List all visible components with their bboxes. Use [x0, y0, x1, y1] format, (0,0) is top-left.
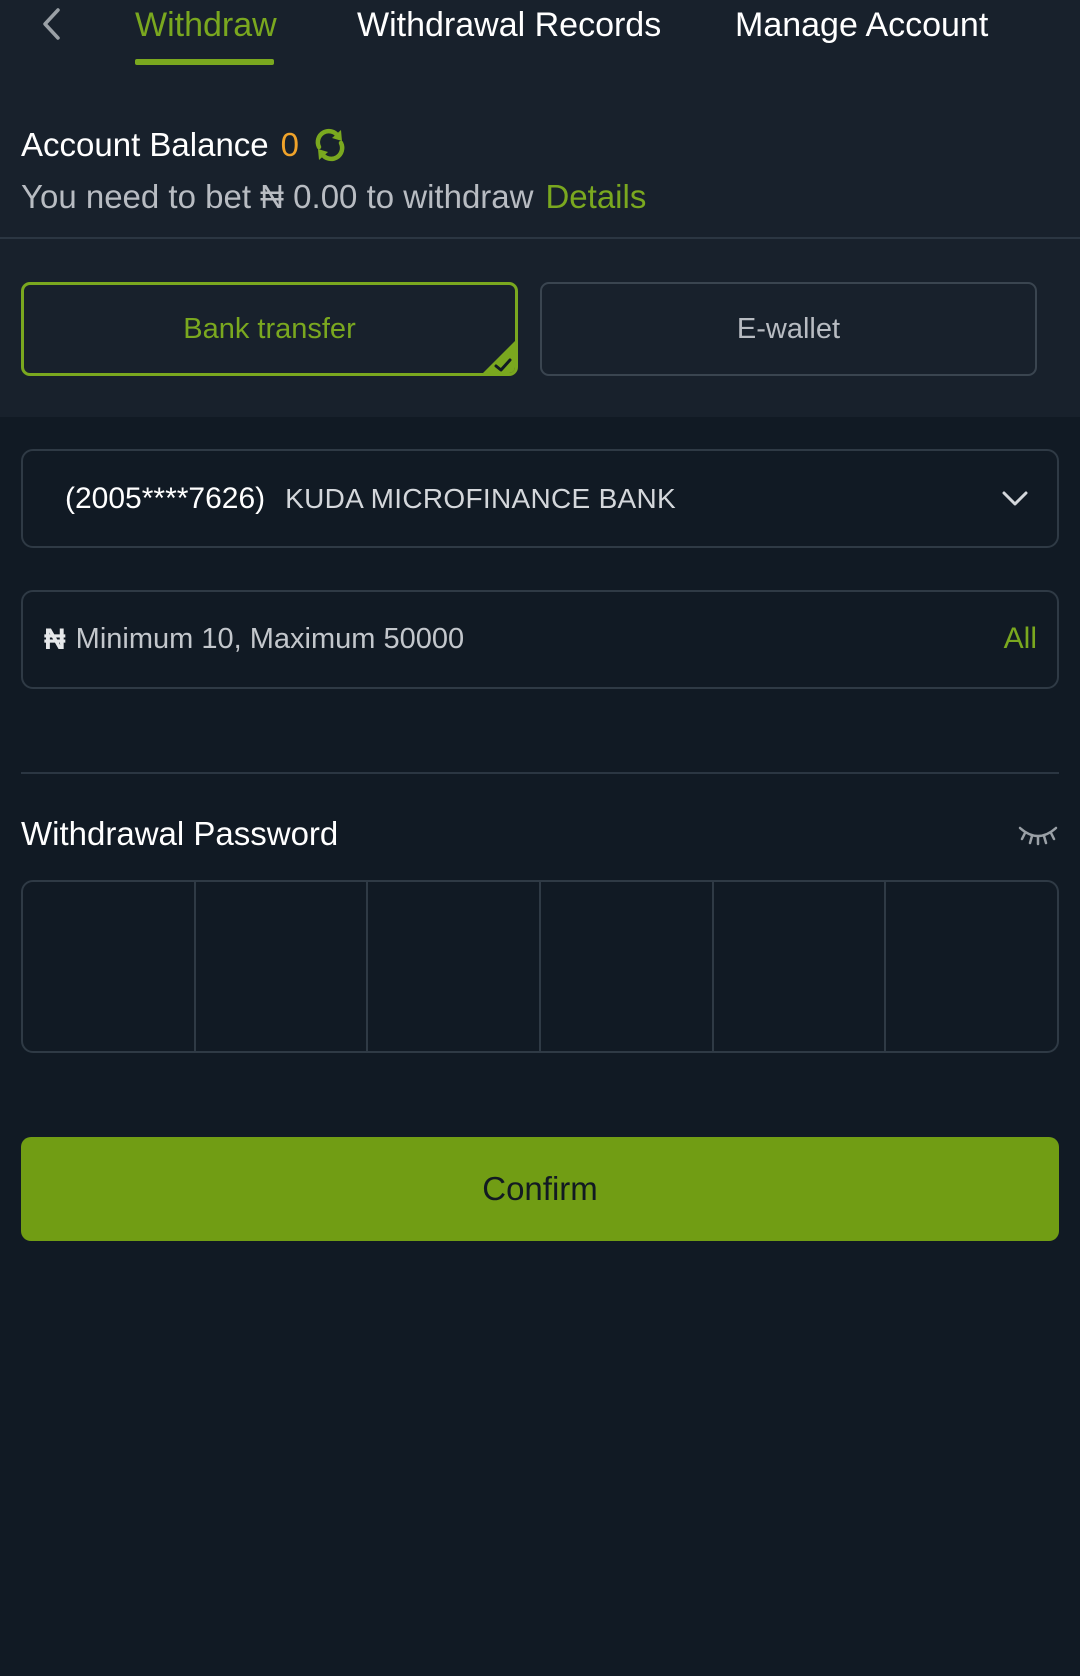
bank-name: KUDA MICROFINANCE BANK — [285, 482, 677, 514]
pin-digit-3[interactable] — [368, 882, 542, 1051]
withdraw-method-section: Bank transfer E-wallet — [0, 239, 1080, 417]
withdrawal-password-label: Withdrawal Password — [21, 815, 339, 852]
amount-field[interactable]: ₦ All — [21, 590, 1059, 689]
refresh-icon[interactable] — [311, 126, 349, 164]
chevron-left-icon — [43, 8, 60, 40]
pin-digit-5[interactable] — [714, 882, 887, 1051]
bank-transfer-label: Bank transfer — [183, 312, 356, 345]
active-tab-indicator — [135, 59, 274, 65]
details-link[interactable]: Details — [545, 178, 646, 216]
balance-section: Account Balance 0 You need to bet ₦ 0.00… — [0, 95, 1080, 238]
bank-account-select[interactable]: (2005****7626) KUDA MICROFINANCE BANK — [21, 449, 1059, 548]
all-amount-button[interactable]: All — [1004, 622, 1037, 656]
bet-requirement-text: You need to bet ₦ 0.00 to withdraw — [21, 178, 534, 215]
pin-digit-1[interactable] — [23, 882, 196, 1051]
ewallet-label: E-wallet — [736, 312, 841, 345]
chevron-down-icon — [997, 481, 1033, 517]
password-pin-input[interactable] — [21, 880, 1059, 1053]
currency-symbol: ₦ — [44, 622, 66, 656]
divider — [21, 772, 1059, 774]
balance-value: 0 — [280, 126, 300, 163]
eye-closed-icon[interactable] — [1017, 818, 1059, 850]
balance-label: Account Balance — [21, 126, 269, 163]
confirm-label: Confirm — [482, 1170, 598, 1207]
ewallet-option[interactable]: E-wallet — [540, 282, 1037, 376]
top-tab-bar: Withdraw Withdrawal Records Manage Accou… — [0, 0, 1080, 95]
pin-digit-4[interactable] — [541, 882, 714, 1051]
tab-withdrawal-records[interactable]: Withdrawal Records — [357, 4, 661, 46]
withdraw-page: Withdraw Withdrawal Records Manage Accou… — [0, 0, 1080, 1676]
tab-withdraw[interactable]: Withdraw — [135, 4, 277, 46]
pin-digit-2[interactable] — [196, 882, 369, 1051]
bank-account-number: (2005****7626) — [65, 481, 266, 515]
bank-transfer-option[interactable]: Bank transfer — [21, 282, 518, 376]
back-button[interactable] — [36, 2, 72, 46]
confirm-button[interactable]: Confirm — [21, 1137, 1059, 1241]
pin-digit-6[interactable] — [886, 882, 1057, 1051]
check-icon — [481, 339, 515, 373]
amount-input[interactable] — [75, 609, 936, 670]
balance-row: Account Balance 0 — [21, 123, 349, 167]
tab-manage-account[interactable]: Manage Account — [735, 4, 988, 46]
bet-requirement-row: You need to bet ₦ 0.00 to withdraw Detai… — [21, 175, 646, 219]
